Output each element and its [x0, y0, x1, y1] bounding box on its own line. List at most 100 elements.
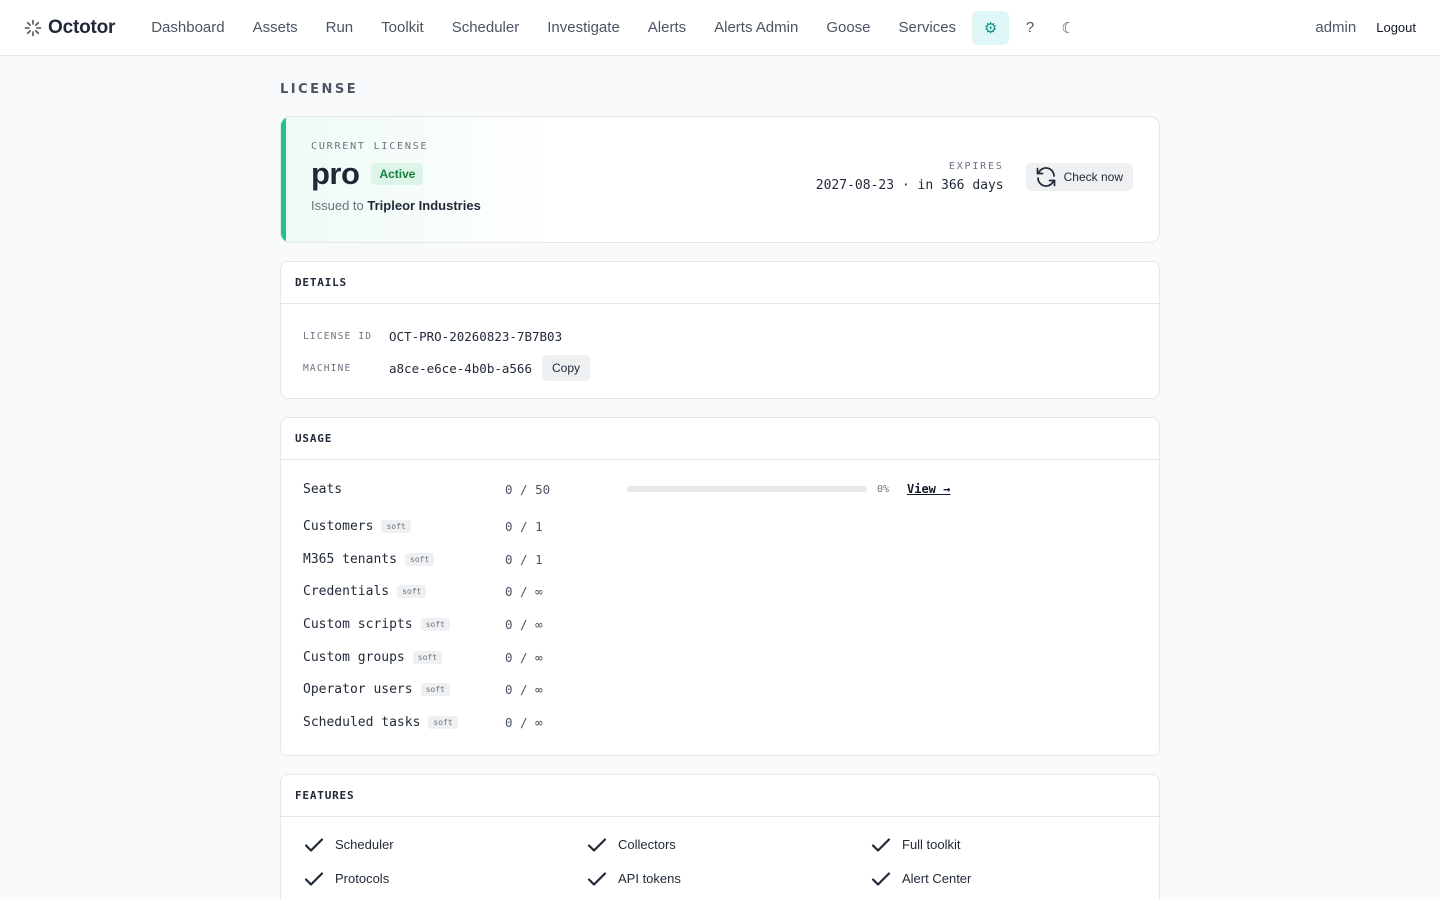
- nav-goose[interactable]: Goose: [812, 11, 884, 45]
- details-card: DETAILS LICENSE ID OCT-PRO-20260823-7B7B…: [280, 261, 1160, 399]
- usage-row-label: Credentials: [303, 584, 390, 600]
- usage-row-value: 0 / 1: [505, 551, 543, 567]
- usage-row-label: Scheduled tasks: [303, 714, 421, 730]
- usage-row: Operator users soft 0 / ∞: [303, 673, 1137, 706]
- checkmark-icon: [587, 838, 607, 852]
- help-icon[interactable]: ?: [1013, 11, 1047, 45]
- feature-label: Alert Center: [902, 871, 972, 887]
- soft-limit-badge: soft: [420, 683, 450, 697]
- soft-limit-badge: soft: [397, 585, 427, 599]
- nav-investigate[interactable]: Investigate: [533, 11, 634, 45]
- features-header: FEATURES: [281, 775, 1159, 817]
- usage-row-value: 0 / ∞: [505, 714, 543, 730]
- soft-limit-badge: soft: [404, 552, 435, 566]
- octotor-logo-icon: [24, 19, 42, 36]
- usage-row: Credentials soft 0 / ∞: [303, 575, 1137, 608]
- usage-row-label: Custom groups: [303, 649, 405, 665]
- current-license-label: CURRENT LICENSE: [311, 141, 429, 152]
- soft-limit-badge: soft: [412, 650, 443, 664]
- checkmark-icon: [871, 872, 891, 886]
- feature-label: Protocols: [335, 871, 390, 887]
- feature-item: Full toolkit: [870, 833, 1130, 857]
- seats-view-link[interactable]: View →: [907, 482, 950, 496]
- machine-value: a8ce-e6ce-4b0b-a566: [389, 360, 532, 376]
- main-content: LICENSE CURRENT LICENSE pro Active Issue…: [280, 56, 1160, 900]
- status-badge: Active: [371, 163, 424, 185]
- issued-to-company: Tripleor Industries: [367, 198, 481, 213]
- soft-limit-badge: soft: [428, 715, 458, 729]
- issued-to-prefix: Issued to: [311, 198, 364, 213]
- nav-run[interactable]: Run: [312, 11, 368, 45]
- usage-row: Customers soft 0 / 1: [303, 510, 1137, 543]
- seats-label: Seats: [303, 481, 343, 497]
- usage-row-label: Customers: [303, 518, 374, 534]
- usage-row-seats: Seats 0 / 50 0% View →: [303, 474, 1137, 504]
- settings-gear-icon[interactable]: ⚙: [972, 10, 1010, 45]
- license-id-value: OCT-PRO-20260823-7B7B03: [389, 328, 563, 344]
- feature-label: Scheduler: [335, 837, 394, 853]
- checkmark-icon: [304, 838, 324, 852]
- feature-item: Collectors: [586, 833, 870, 857]
- usage-row-name: M365 tenants soft: [303, 552, 505, 567]
- seats-progress-bar: [627, 486, 867, 492]
- feature-item: Alert Center: [870, 867, 1130, 891]
- usage-row-value: 0 / 1: [505, 518, 543, 534]
- refresh-icon: [1036, 167, 1055, 187]
- feature-item: Protocols: [303, 867, 586, 891]
- usage-row-value: 0 / ∞: [505, 649, 543, 665]
- theme-toggle-moon-icon[interactable]: ☾: [1051, 11, 1085, 45]
- usage-row-name: Custom groups soft: [303, 650, 505, 665]
- brand[interactable]: Octotor: [24, 17, 115, 39]
- seats-percent: 0%: [877, 483, 890, 495]
- check-now-label: Check now: [1063, 170, 1123, 184]
- feature-item: Scheduler: [303, 833, 586, 857]
- nav-services[interactable]: Services: [885, 11, 971, 45]
- nav-toolkit[interactable]: Toolkit: [367, 11, 438, 45]
- brand-name: Octotor: [48, 16, 116, 38]
- license-accent-bar: [281, 117, 286, 242]
- checkmark-icon: [871, 838, 891, 852]
- usage-row-name: Custom scripts soft: [303, 617, 505, 632]
- nav-dashboard[interactable]: Dashboard: [137, 11, 238, 45]
- license-id-label: LICENSE ID: [303, 330, 373, 342]
- usage-row-label: Operator users: [303, 682, 413, 698]
- top-navbar: Octotor Dashboard Assets Run Toolkit Schedul…: [0, 0, 1440, 56]
- page-title: LICENSE: [280, 82, 359, 97]
- main-nav: Dashboard Assets Run Toolkit Scheduler Invest…: [137, 11, 970, 45]
- usage-row-value: 0 / ∞: [505, 584, 543, 600]
- usage-row-name: Customers soft: [303, 519, 505, 534]
- details-header: DETAILS: [281, 262, 1159, 304]
- usage-row: M365 tenants soft 0 / 1: [303, 543, 1137, 576]
- usage-row-value: 0 / ∞: [505, 682, 543, 698]
- machine-label: MACHINE: [303, 362, 352, 374]
- usage-row: Custom scripts soft 0 / ∞: [303, 608, 1137, 641]
- seats-value: 0 / 50: [505, 481, 551, 497]
- soft-limit-badge: soft: [381, 519, 411, 533]
- feature-label: Collectors: [618, 837, 676, 853]
- soft-limit-badge: soft: [420, 617, 450, 631]
- usage-row-name: Scheduled tasks soft: [303, 715, 505, 730]
- usage-row: Scheduled tasks soft 0 / ∞: [303, 706, 1137, 739]
- feature-label: Full toolkit: [902, 837, 961, 853]
- issued-to: Issued to Tripleor Industries: [311, 198, 481, 213]
- nav-assets[interactable]: Assets: [239, 11, 312, 45]
- checkmark-icon: [304, 872, 324, 886]
- check-now-button[interactable]: Check now: [1025, 163, 1133, 191]
- checkmark-icon: [587, 872, 607, 886]
- nav-alerts[interactable]: Alerts: [634, 11, 700, 45]
- usage-row-name: Credentials soft: [303, 584, 505, 599]
- usage-row-value: 0 / ∞: [505, 616, 543, 632]
- copy-machine-button[interactable]: Copy: [542, 355, 591, 381]
- current-user: admin: [1315, 19, 1357, 36]
- usage-row-name: Operator users soft: [303, 682, 505, 697]
- logout-button[interactable]: Logout: [1376, 20, 1416, 35]
- license-plan: pro: [311, 156, 360, 191]
- expires-label: EXPIRES: [948, 161, 1004, 172]
- feature-item: API tokens: [586, 867, 870, 891]
- usage-card: USAGE Seats 0 / 50 0% View → Customers so…: [280, 417, 1160, 756]
- usage-row-label: M365 tenants: [303, 551, 397, 567]
- nav-scheduler[interactable]: Scheduler: [438, 11, 534, 45]
- nav-alerts-admin[interactable]: Alerts Admin: [700, 11, 812, 45]
- feature-label: API tokens: [618, 871, 681, 887]
- features-card: FEATURES Scheduler Collectors Full toolkit…: [280, 773, 1160, 900]
